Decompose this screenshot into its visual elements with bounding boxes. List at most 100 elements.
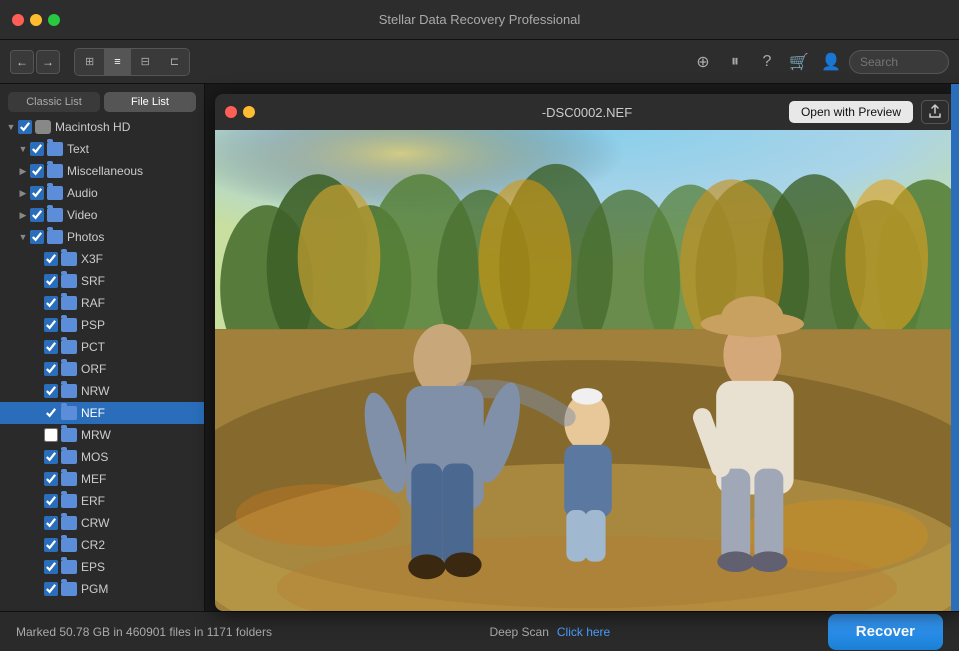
forward-icon: → (42, 55, 54, 69)
view-tab-grid[interactable]: ⊞ (75, 49, 104, 75)
tree-item-eps[interactable]: EPS (0, 556, 204, 578)
tree-item-mef[interactable]: MEF (0, 468, 204, 490)
pause-icon-button[interactable]: ⏸ (721, 48, 749, 76)
status-center: Deep Scan Click here (490, 625, 611, 639)
checkbox-miscellaneous[interactable] (30, 164, 44, 178)
tree-item-raf[interactable]: RAF (0, 292, 204, 314)
share-button[interactable] (921, 100, 949, 124)
checkbox-video[interactable] (30, 208, 44, 222)
checkbox-nef[interactable] (44, 406, 58, 420)
tab-file-list[interactable]: File List (104, 92, 196, 112)
checkbox-orf[interactable] (44, 362, 58, 376)
hd-icon (35, 120, 51, 134)
label-text: Text (67, 142, 89, 156)
tree-item-srf[interactable]: SRF (0, 270, 204, 292)
account-icon: 👤 (821, 52, 841, 72)
tree-item-audio[interactable]: Audio (0, 182, 204, 204)
click-here-link[interactable]: Click here (557, 625, 610, 639)
tree-arrow-photos (16, 232, 30, 242)
folder-icon-miscellaneous (47, 164, 63, 178)
close-button[interactable] (12, 14, 24, 26)
folder-icon-pgm (61, 582, 77, 596)
share-icon (929, 104, 941, 121)
checkbox-mef[interactable] (44, 472, 58, 486)
recover-button[interactable]: Recover (828, 614, 943, 650)
preview-titlebar: -DSC0002.NEF Open with Preview (215, 94, 959, 130)
search-input[interactable] (849, 50, 949, 74)
maximize-button[interactable] (48, 14, 60, 26)
help-icon-button[interactable]: ? (753, 48, 781, 76)
label-nrw: NRW (81, 384, 109, 398)
folder-icon-raf (61, 296, 77, 310)
tree-item-nef[interactable]: NEF (0, 402, 204, 424)
tree-item-macintosh-hd[interactable]: Macintosh HD (0, 116, 204, 138)
checkbox-photos[interactable] (30, 230, 44, 244)
tree-item-orf[interactable]: ORF (0, 358, 204, 380)
scan-icon-button[interactable]: ⊕ (689, 48, 717, 76)
label-miscellaneous: Miscellaneous (67, 164, 143, 178)
checkbox-mrw[interactable] (44, 428, 58, 442)
tree-item-text[interactable]: Text (0, 138, 204, 160)
tree-item-photos[interactable]: Photos (0, 226, 204, 248)
tree-item-video[interactable]: Video (0, 204, 204, 226)
back-button[interactable]: ← (10, 50, 34, 74)
tree-item-cr2[interactable]: CR2 (0, 534, 204, 556)
checkbox-srf[interactable] (44, 274, 58, 288)
view-tab-column[interactable]: ⊏ (160, 49, 189, 75)
folder-icon-audio (47, 186, 63, 200)
tree-item-pgm[interactable]: PGM (0, 578, 204, 600)
minimize-button[interactable] (30, 14, 42, 26)
label-eps: EPS (81, 560, 105, 574)
checkbox-cr2[interactable] (44, 538, 58, 552)
checkbox-psp[interactable] (44, 318, 58, 332)
checkbox-text[interactable] (30, 142, 44, 156)
tree-item-mrw[interactable]: MRW (0, 424, 204, 446)
preview-filename: -DSC0002.NEF (542, 105, 632, 120)
tree-item-psp[interactable]: PSP (0, 314, 204, 336)
label-nef: NEF (81, 406, 105, 420)
checkbox-mos[interactable] (44, 450, 58, 464)
tree-item-pct[interactable]: PCT (0, 336, 204, 358)
folder-icon-nrw (61, 384, 77, 398)
app-title: Stellar Data Recovery Professional (379, 12, 581, 27)
account-icon-button[interactable]: 👤 (817, 48, 845, 76)
label-mos: MOS (81, 450, 108, 464)
folder-icon-mef (61, 472, 77, 486)
tree-arrow-macintosh-hd (4, 122, 18, 132)
open-with-preview-button[interactable]: Open with Preview (789, 101, 913, 123)
checkbox-nrw[interactable] (44, 384, 58, 398)
traffic-lights (12, 14, 60, 26)
label-psp: PSP (81, 318, 105, 332)
checkbox-audio[interactable] (30, 186, 44, 200)
preview-minimize-button[interactable] (243, 106, 255, 118)
checkbox-x3f[interactable] (44, 252, 58, 266)
checkbox-eps[interactable] (44, 560, 58, 574)
tab-classic-list[interactable]: Classic List (8, 92, 100, 112)
tree-item-x3f[interactable]: X3F (0, 248, 204, 270)
checkbox-macintosh-hd[interactable] (18, 120, 32, 134)
view-tab-detail[interactable]: ⊟ (131, 49, 160, 75)
view-mode-tabs: ⊞ ≡ ⊟ ⊏ (74, 48, 190, 76)
tree-item-erf[interactable]: ERF (0, 490, 204, 512)
tree-item-crw[interactable]: CRW (0, 512, 204, 534)
label-cr2: CR2 (81, 538, 105, 552)
checkbox-crw[interactable] (44, 516, 58, 530)
checkbox-raf[interactable] (44, 296, 58, 310)
tree-item-nrw[interactable]: NRW (0, 380, 204, 402)
tree-item-mos[interactable]: MOS (0, 446, 204, 468)
preview-close-button[interactable] (225, 106, 237, 118)
tree-item-miscellaneous[interactable]: Miscellaneous (0, 160, 204, 182)
label-srf: SRF (81, 274, 105, 288)
sidebar-tabs: Classic List File List (0, 84, 204, 116)
toolbar: ← → ⊞ ≡ ⊟ ⊏ ⊕ ⏸ ? 🛒 👤 (0, 40, 959, 84)
view-tab-list[interactable]: ≡ (104, 49, 130, 75)
forward-button[interactable]: → (36, 50, 60, 74)
checkbox-erf[interactable] (44, 494, 58, 508)
folder-icon-mrw (61, 428, 77, 442)
tree-arrow-miscellaneous (16, 166, 30, 177)
checkbox-pct[interactable] (44, 340, 58, 354)
cart-icon-button[interactable]: 🛒 (785, 48, 813, 76)
folder-icon-x3f (61, 252, 77, 266)
folder-icon-erf (61, 494, 77, 508)
checkbox-pgm[interactable] (44, 582, 58, 596)
